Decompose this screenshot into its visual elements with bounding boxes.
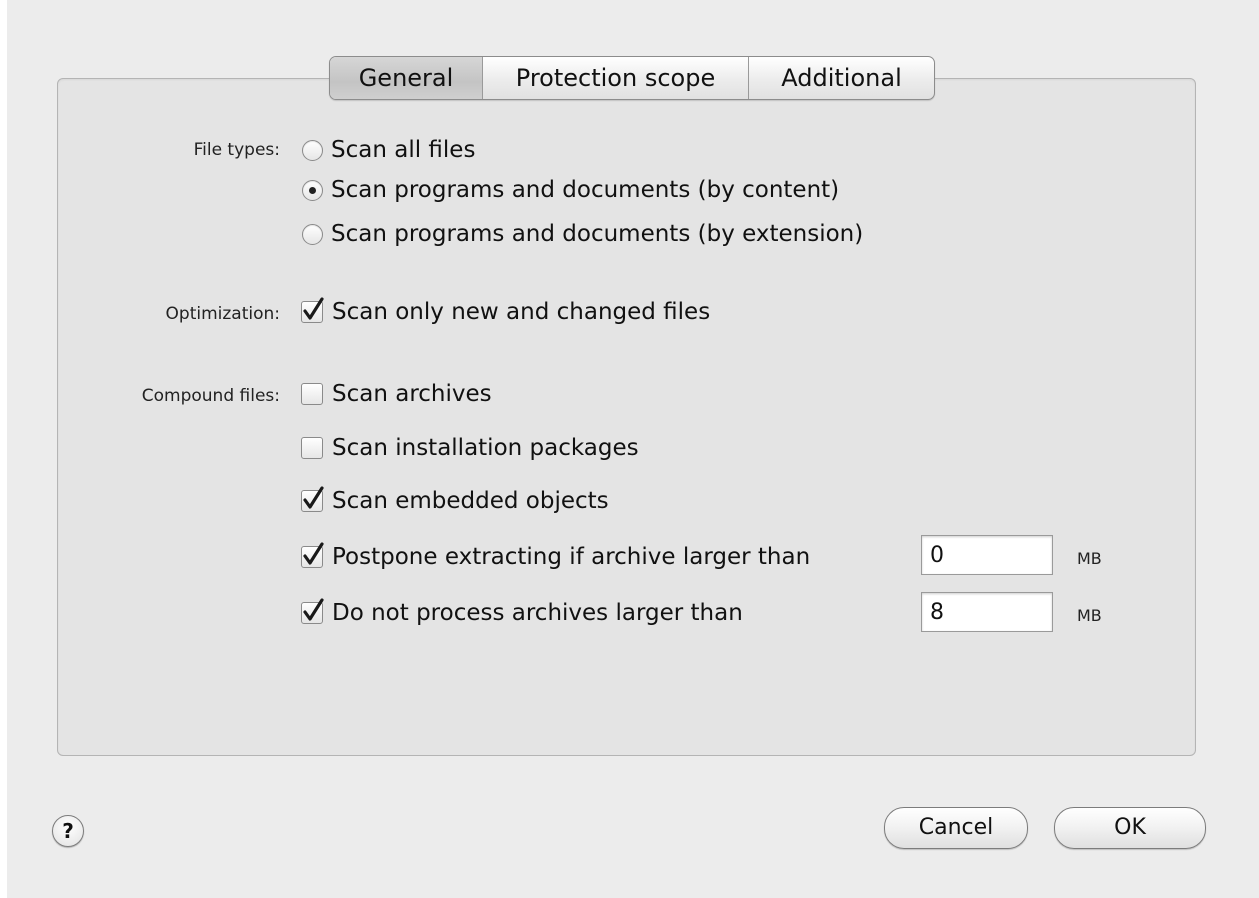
compound-files-label: Compound files: [141, 386, 280, 406]
help-button[interactable]: ? [52, 815, 84, 847]
postpone-size-input[interactable]: 0 [921, 535, 1053, 575]
max-archive-size-unit: MB [1077, 606, 1102, 625]
cancel-button[interactable]: Cancel [884, 807, 1028, 849]
checkbox-scan-archives[interactable]: Scan archives [301, 381, 492, 407]
radio-label: Scan all files [331, 137, 476, 163]
file-types-label: File types: [193, 140, 280, 160]
ok-button[interactable]: OK [1054, 807, 1206, 849]
checkmark-icon [303, 598, 324, 621]
checkbox-label: Scan embedded objects [332, 488, 609, 514]
checkbox-label: Scan only new and changed files [332, 299, 711, 325]
checkbox[interactable] [301, 383, 323, 405]
tab-protection-scope[interactable]: Protection scope [482, 57, 748, 99]
radio-scan-all-files[interactable]: Scan all files [302, 137, 475, 163]
checkmark-icon [303, 486, 324, 509]
checkbox-scan-installation-packages[interactable]: Scan installation packages [301, 435, 639, 461]
postpone-size-unit: MB [1077, 549, 1102, 568]
checkmark-icon [303, 297, 324, 320]
radio-scan-by-content[interactable]: Scan programs and documents (by content) [302, 177, 839, 203]
tab-additional[interactable]: Additional [748, 57, 934, 99]
radio-scan-by-extension[interactable]: Scan programs and documents (by extensio… [302, 221, 863, 247]
checkbox-do-not-process-large[interactable]: Do not process archives larger than [301, 598, 743, 626]
checkbox[interactable] [301, 437, 323, 459]
checkbox[interactable] [301, 542, 324, 568]
checkmark-icon [303, 542, 324, 565]
radio-label: Scan programs and documents (by extensio… [331, 221, 864, 247]
checkbox-label: Do not process archives larger than [332, 600, 743, 626]
checkbox-postpone-extracting[interactable]: Postpone extracting if archive larger th… [301, 542, 811, 570]
checkbox[interactable] [301, 486, 324, 512]
tab-general[interactable]: General [330, 57, 482, 99]
tab-bar: General Protection scope Additional [329, 56, 935, 100]
optimization-label: Optimization: [165, 304, 280, 324]
checkbox-scan-new-changed[interactable]: Scan only new and changed files [301, 297, 711, 325]
max-archive-size-input[interactable]: 8 [921, 592, 1053, 632]
checkbox-label: Postpone extracting if archive larger th… [332, 544, 811, 570]
checkbox[interactable] [301, 297, 324, 323]
radio-button[interactable] [302, 179, 323, 201]
radio-button[interactable] [302, 223, 323, 245]
checkbox-label: Scan installation packages [332, 435, 639, 461]
radio-button[interactable] [302, 139, 323, 161]
checkbox-scan-embedded-objects[interactable]: Scan embedded objects [301, 486, 609, 514]
checkbox[interactable] [301, 598, 324, 624]
radio-label: Scan programs and documents (by content) [331, 177, 840, 203]
checkbox-label: Scan archives [332, 381, 492, 407]
